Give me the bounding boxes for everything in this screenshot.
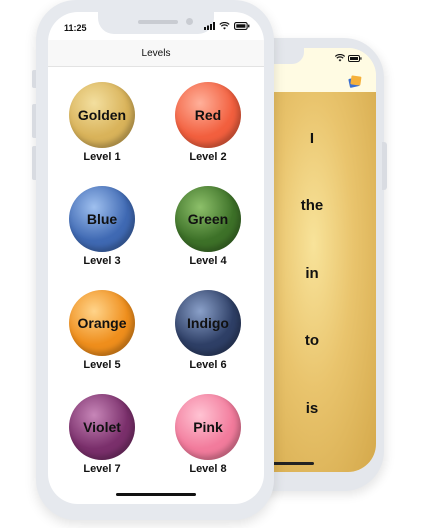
levels-grid: Golden Level 1 Red Level 2 Blue Level 3 … — [48, 72, 264, 492]
level-label: Level 6 — [189, 359, 227, 371]
status-time: 11:25 — [64, 23, 87, 33]
level-ball[interactable]: Blue — [69, 186, 135, 252]
camera — [186, 18, 193, 25]
volume-down-button — [32, 146, 36, 180]
level-ball[interactable]: Indigo — [175, 290, 241, 356]
level-ball[interactable]: Green — [175, 186, 241, 252]
level-label: Level 2 — [189, 151, 227, 163]
level-tile-5[interactable]: Orange Level 5 — [57, 290, 147, 371]
battery-icon — [234, 22, 250, 30]
level-label: Level 7 — [83, 463, 121, 475]
level-label: Level 5 — [83, 359, 121, 371]
mute-switch — [32, 70, 36, 88]
level-ball[interactable]: Red — [175, 82, 241, 148]
level-ball[interactable]: Violet — [69, 394, 135, 460]
wifi-icon — [219, 22, 230, 30]
notch — [98, 12, 214, 34]
speaker — [138, 20, 178, 24]
front-phone-screen: 11:25 Levels Golden Level 1 Red Level 2 — [48, 12, 264, 504]
level-ball[interactable]: Pink — [175, 394, 241, 460]
back-status-icons — [335, 54, 362, 62]
level-tile-8[interactable]: Pink Level 8 — [163, 394, 253, 475]
level-label: Level 4 — [189, 255, 227, 267]
back-phone-side-button — [382, 142, 387, 190]
level-ball[interactable]: Orange — [69, 290, 135, 356]
level-tile-1[interactable]: Golden Level 1 — [57, 82, 147, 163]
back-home-indicator — [270, 462, 314, 465]
back-phone-screen: I the in to is — [258, 48, 376, 472]
word-item[interactable]: the — [272, 197, 352, 214]
level-tile-4[interactable]: Green Level 4 — [163, 186, 253, 267]
word-panel: I the in to is — [270, 92, 376, 472]
wifi-icon — [335, 54, 345, 62]
level-ball[interactable]: Golden — [69, 82, 135, 148]
signal-icon — [204, 22, 215, 30]
back-top-bar — [258, 48, 376, 92]
word-item[interactable]: I — [272, 130, 352, 147]
level-label: Level 8 — [189, 463, 227, 475]
home-indicator[interactable] — [116, 493, 196, 496]
word-item[interactable]: to — [272, 332, 352, 349]
level-tile-7[interactable]: Violet Level 7 — [57, 394, 147, 475]
battery-icon — [348, 54, 362, 62]
status-icons — [204, 22, 250, 30]
level-tile-6[interactable]: Indigo Level 6 — [163, 290, 253, 371]
word-item[interactable]: in — [272, 265, 352, 282]
level-label: Level 1 — [83, 151, 121, 163]
level-label: Level 3 — [83, 255, 121, 267]
navigation-bar: Levels — [48, 40, 264, 67]
level-tile-3[interactable]: Blue Level 3 — [57, 186, 147, 267]
app-icon[interactable] — [348, 75, 362, 88]
word-item[interactable]: is — [272, 400, 352, 417]
volume-up-button — [32, 104, 36, 138]
page-title: Levels — [141, 48, 171, 59]
level-tile-2[interactable]: Red Level 2 — [163, 82, 253, 163]
